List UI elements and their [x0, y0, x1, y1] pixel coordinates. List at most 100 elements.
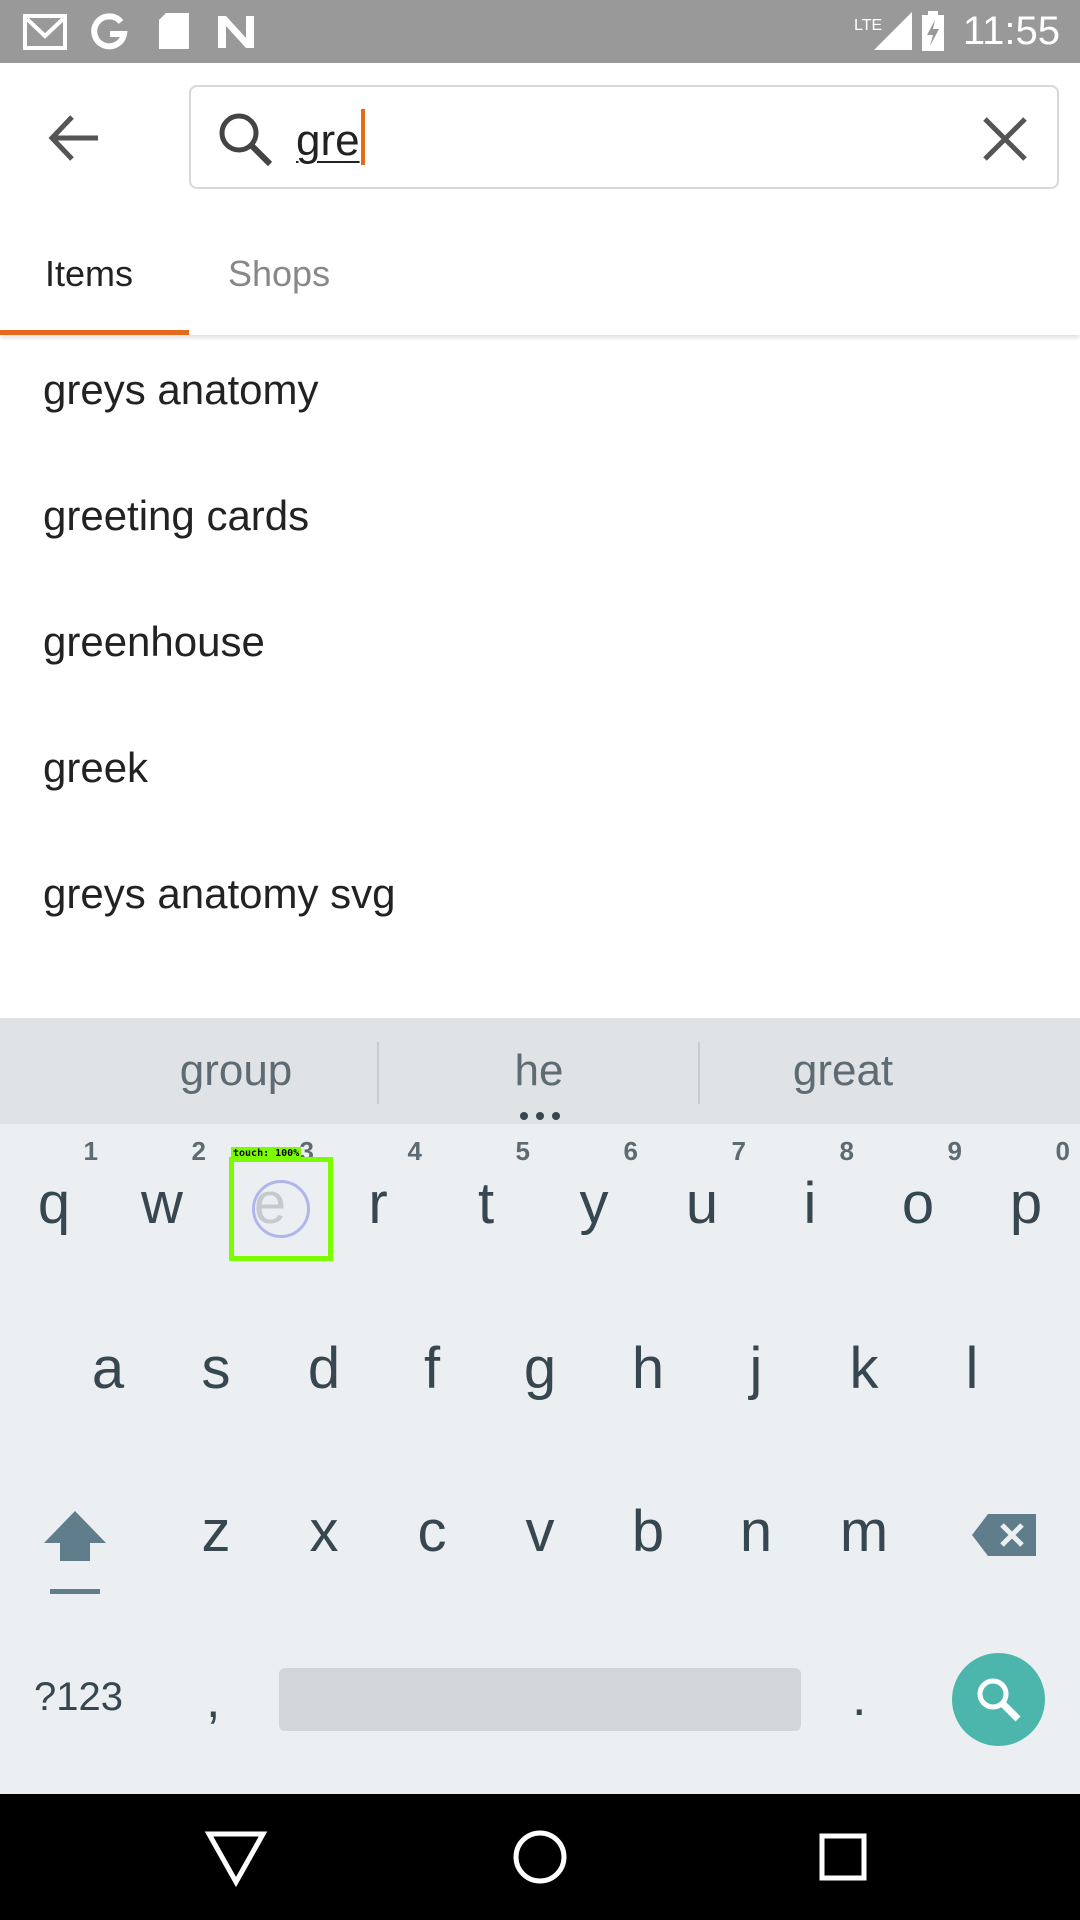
key-i[interactable]: 8i [760, 1136, 860, 1260]
key-label: p [1009, 1171, 1043, 1236]
key-label: b [631, 1499, 665, 1564]
key-label: s [201, 1336, 231, 1401]
key-p[interactable]: 0p [976, 1136, 1076, 1260]
key-a[interactable]: a [58, 1305, 158, 1425]
key-y[interactable]: 6y [544, 1136, 644, 1260]
prediction-3[interactable]: great [693, 1046, 993, 1096]
prediction-bar: group he great [0, 1018, 1080, 1124]
keyboard-search-button[interactable] [952, 1653, 1045, 1746]
key-label: a [91, 1336, 125, 1401]
suggestion-item[interactable]: greenhouse [43, 592, 1043, 692]
key-m[interactable]: m [814, 1468, 914, 1588]
key-hint: 8 [839, 1136, 854, 1166]
suggestion-item[interactable]: greek [43, 718, 1043, 818]
key-label: w [141, 1171, 183, 1236]
network-label: LTE [854, 17, 882, 34]
key-label: k [849, 1336, 879, 1401]
key-s[interactable]: s [166, 1305, 266, 1425]
key-label: c [417, 1499, 447, 1564]
key-f[interactable]: f [382, 1305, 482, 1425]
key-label: j [749, 1336, 763, 1401]
status-bar: LTE 11:55 [0, 0, 1080, 63]
tab-bar: Items Shops [0, 213, 1080, 335]
search-query-text: gre [296, 116, 360, 165]
arrow-back-icon[interactable] [40, 103, 110, 173]
key-label: o [901, 1171, 935, 1236]
key-hint: 2 [191, 1136, 206, 1166]
key-d[interactable]: d [274, 1305, 374, 1425]
key-g[interactable]: g [490, 1305, 590, 1425]
search-query[interactable]: gre [296, 109, 365, 171]
prediction-divider [377, 1042, 379, 1104]
key-j[interactable]: j [706, 1305, 806, 1425]
battery-icon [922, 11, 944, 51]
tab-items[interactable]: Items [45, 253, 133, 295]
symbols-key[interactable]: ?123 [34, 1675, 123, 1720]
suggestion-list: greys anatomy greeting cards greenhouse … [0, 340, 1080, 1020]
search-icon [977, 1678, 1021, 1722]
recents-square-icon[interactable] [810, 1824, 876, 1890]
key-label: q [37, 1171, 71, 1236]
space-bar[interactable] [279, 1668, 801, 1731]
key-hint: 0 [1055, 1136, 1070, 1166]
key-x[interactable]: x [274, 1468, 374, 1588]
key-label: z [201, 1499, 231, 1564]
prediction-1[interactable]: group [86, 1046, 386, 1096]
clock: 11:55 [962, 9, 1060, 53]
search-input[interactable]: gre [189, 85, 1059, 189]
key-label: h [631, 1336, 665, 1401]
comma-key[interactable]: , [206, 1670, 220, 1730]
touch-highlight-box [229, 1157, 333, 1261]
key-label: t [477, 1171, 495, 1236]
key-label: m [839, 1499, 889, 1564]
shift-icon[interactable] [38, 1505, 112, 1595]
screen: LTE 11:55 gre Items Shops greys anatomy … [0, 0, 1080, 1920]
key-v[interactable]: v [490, 1468, 590, 1588]
key-k[interactable]: k [814, 1305, 914, 1425]
key-q[interactable]: 1q [4, 1136, 104, 1260]
suggestion-item[interactable]: greys anatomy [43, 340, 1043, 440]
active-tab-indicator [0, 330, 189, 335]
suggestion-item[interactable]: greeting cards [43, 466, 1043, 566]
key-c[interactable]: c [382, 1468, 482, 1588]
sd-card-icon [159, 13, 189, 49]
more-predictions-icon [520, 1112, 560, 1120]
key-label: n [739, 1499, 773, 1564]
key-o[interactable]: 9o [868, 1136, 968, 1260]
navigation-bar [0, 1794, 1080, 1920]
tab-shops[interactable]: Shops [228, 253, 330, 295]
key-label: i [803, 1171, 817, 1236]
key-b[interactable]: b [598, 1468, 698, 1588]
key-label: y [579, 1171, 609, 1236]
key-hint: 6 [623, 1136, 638, 1166]
key-t[interactable]: 5t [436, 1136, 536, 1260]
key-l[interactable]: l [922, 1305, 1022, 1425]
key-hint: 7 [731, 1136, 746, 1166]
key-label: u [685, 1171, 719, 1236]
search-icon [219, 113, 273, 167]
key-n[interactable]: n [706, 1468, 806, 1588]
key-r[interactable]: 4r [328, 1136, 428, 1260]
key-u[interactable]: 7u [652, 1136, 752, 1260]
key-label: d [307, 1336, 341, 1401]
prediction-2[interactable]: he [389, 1046, 689, 1096]
close-icon[interactable] [977, 111, 1033, 167]
key-label: g [523, 1336, 557, 1401]
suggestion-item[interactable]: greys anatomy svg [43, 844, 1043, 944]
key-hint: 1 [83, 1136, 98, 1166]
key-label: r [368, 1171, 388, 1236]
key-w[interactable]: 2w [112, 1136, 212, 1260]
key-label: x [309, 1499, 339, 1564]
key-label: f [423, 1336, 441, 1401]
backspace-icon[interactable] [970, 1510, 1040, 1560]
touch-label: touch: 100% [231, 1147, 302, 1161]
key-z[interactable]: z [166, 1468, 266, 1588]
back-triangle-icon[interactable] [203, 1824, 269, 1890]
home-circle-icon[interactable] [507, 1824, 573, 1890]
key-h[interactable]: h [598, 1305, 698, 1425]
key-label: l [965, 1336, 979, 1401]
period-key[interactable]: . [852, 1668, 866, 1728]
key-hint: 5 [515, 1136, 530, 1166]
key-hint: 9 [947, 1136, 962, 1166]
google-icon [91, 13, 128, 50]
